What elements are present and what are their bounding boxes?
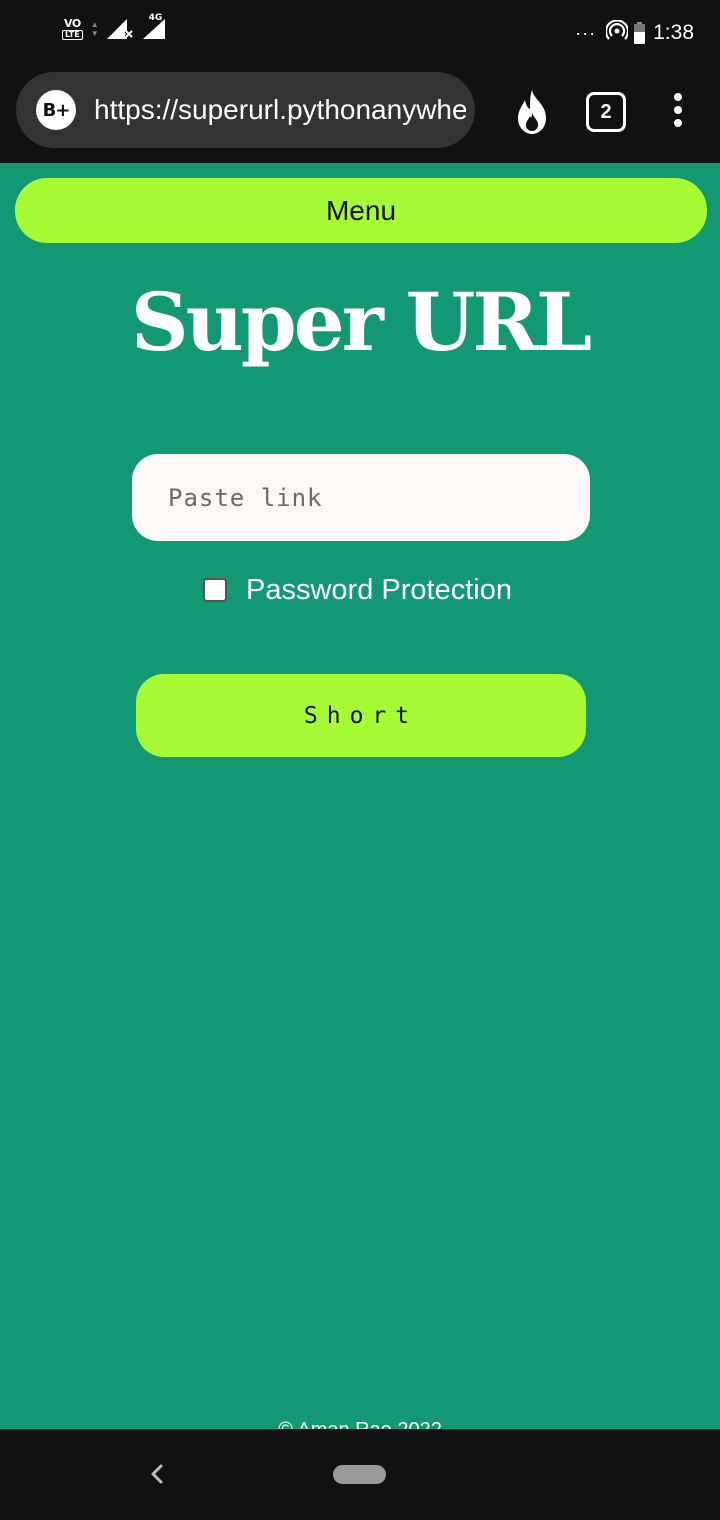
- status-right-icons: ··· 1:38: [575, 18, 694, 48]
- password-protection-row[interactable]: Password Protection: [203, 568, 512, 612]
- menu-button[interactable]: Menu: [15, 178, 707, 243]
- signal-4g-icon: 4G: [141, 13, 167, 41]
- back-icon[interactable]: [146, 1459, 168, 1489]
- signal-no-service-icon: [106, 17, 134, 41]
- url-text[interactable]: https://superurl.pythonanywhere.com: [94, 72, 466, 148]
- more-options-icon[interactable]: [670, 92, 686, 128]
- data-activity-icon: ▲ ▼: [90, 20, 99, 38]
- volte-label: VO: [64, 17, 81, 30]
- status-bar: VO LTE ▲ ▼ 4G ··· 1:38: [0, 0, 720, 64]
- home-pill-button[interactable]: [333, 1465, 386, 1484]
- status-left-icons: VO LTE ▲ ▼ 4G: [62, 13, 167, 44]
- fire-icon[interactable]: [512, 88, 552, 136]
- footer-copyright: © Aman Rao 2022: [0, 1418, 720, 1429]
- more-notifications-icon: ···: [575, 23, 597, 43]
- volte-icon: VO LTE: [62, 18, 83, 40]
- hotspot-icon: [605, 18, 630, 47]
- clock: 1:38: [653, 21, 694, 44]
- password-protection-checkbox[interactable]: [203, 578, 227, 602]
- battery-icon: [634, 22, 646, 44]
- browser-toolbar: B+ https://superurl.pythonanywhere.com 2: [0, 64, 720, 163]
- network-type-label: 4G: [148, 13, 163, 23]
- address-bar[interactable]: B+ https://superurl.pythonanywhere.com: [16, 72, 475, 148]
- site-info-icon[interactable]: B+: [36, 90, 76, 130]
- short-button[interactable]: Short: [136, 674, 586, 757]
- paste-link-input[interactable]: [132, 454, 590, 541]
- password-protection-label[interactable]: Password Protection: [246, 574, 512, 607]
- page-title: Super URL: [130, 275, 592, 369]
- tab-switcher-button[interactable]: 2: [586, 92, 626, 132]
- system-navigation-bar: [0, 1429, 720, 1520]
- lte-label: LTE: [62, 30, 83, 40]
